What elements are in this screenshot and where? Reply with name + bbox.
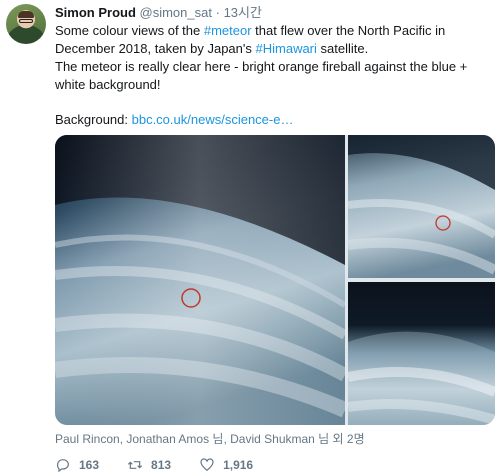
heart-icon: [200, 458, 214, 472]
reply-count: 163: [79, 458, 100, 472]
satellite-image-main-graphic: [55, 135, 345, 425]
tweet-actions: 163 813 1,916: [55, 456, 281, 474]
text-segment: satellite.: [316, 41, 369, 56]
author-handle[interactable]: @simon_sat: [140, 5, 212, 20]
like-count: 1,916: [223, 458, 254, 472]
tweet-paragraph-3: Background: bbc.co.uk/news/science-e…: [55, 111, 495, 129]
tweet-content: Simon Proud @simon_sat · 13시간 Some colou…: [55, 4, 495, 129]
timestamp[interactable]: 13시간: [224, 5, 262, 20]
hashtag-meteor[interactable]: #meteor: [204, 23, 252, 38]
retweet-count: 813: [151, 458, 172, 472]
avatar-glasses: [19, 19, 33, 23]
text-segment: Some colour views of the: [55, 23, 204, 38]
avatar-hair: [18, 11, 34, 18]
satellite-image-bottom-right[interactable]: [348, 282, 495, 425]
reply-icon: [56, 459, 69, 473]
satellite-image-bottom-right-graphic: [348, 282, 495, 425]
background-link[interactable]: bbc.co.uk/news/science-e…: [132, 112, 294, 127]
satellite-image-main[interactable]: [55, 135, 345, 425]
like-button[interactable]: 1,916: [199, 457, 253, 473]
background-label: Background:: [55, 112, 132, 127]
media-grid: [55, 135, 495, 425]
tweet-paragraph-1: Some colour views of the #meteor that fl…: [55, 22, 495, 58]
satellite-image-top-right[interactable]: [348, 135, 495, 278]
tagged-users[interactable]: Paul Rincon, Jonathan Amos 님, David Shuk…: [55, 432, 365, 447]
separator: ·: [215, 5, 220, 20]
retweet-button[interactable]: 813: [127, 457, 171, 473]
reply-button[interactable]: 163: [55, 457, 99, 473]
satellite-image-top-right-graphic: [348, 135, 495, 278]
retweet-icon: [127, 461, 143, 469]
tweet-text: Some colour views of the #meteor that fl…: [55, 22, 495, 129]
avatar[interactable]: [6, 4, 46, 44]
hashtag-himawari[interactable]: #Himawari: [256, 41, 317, 56]
author-name[interactable]: Simon Proud: [55, 5, 136, 20]
tweet-header: Simon Proud @simon_sat · 13시간: [55, 4, 495, 21]
tweet: Simon Proud @simon_sat · 13시간 Some colou…: [0, 0, 500, 475]
tweet-paragraph-2: The meteor is really clear here - bright…: [55, 59, 468, 92]
